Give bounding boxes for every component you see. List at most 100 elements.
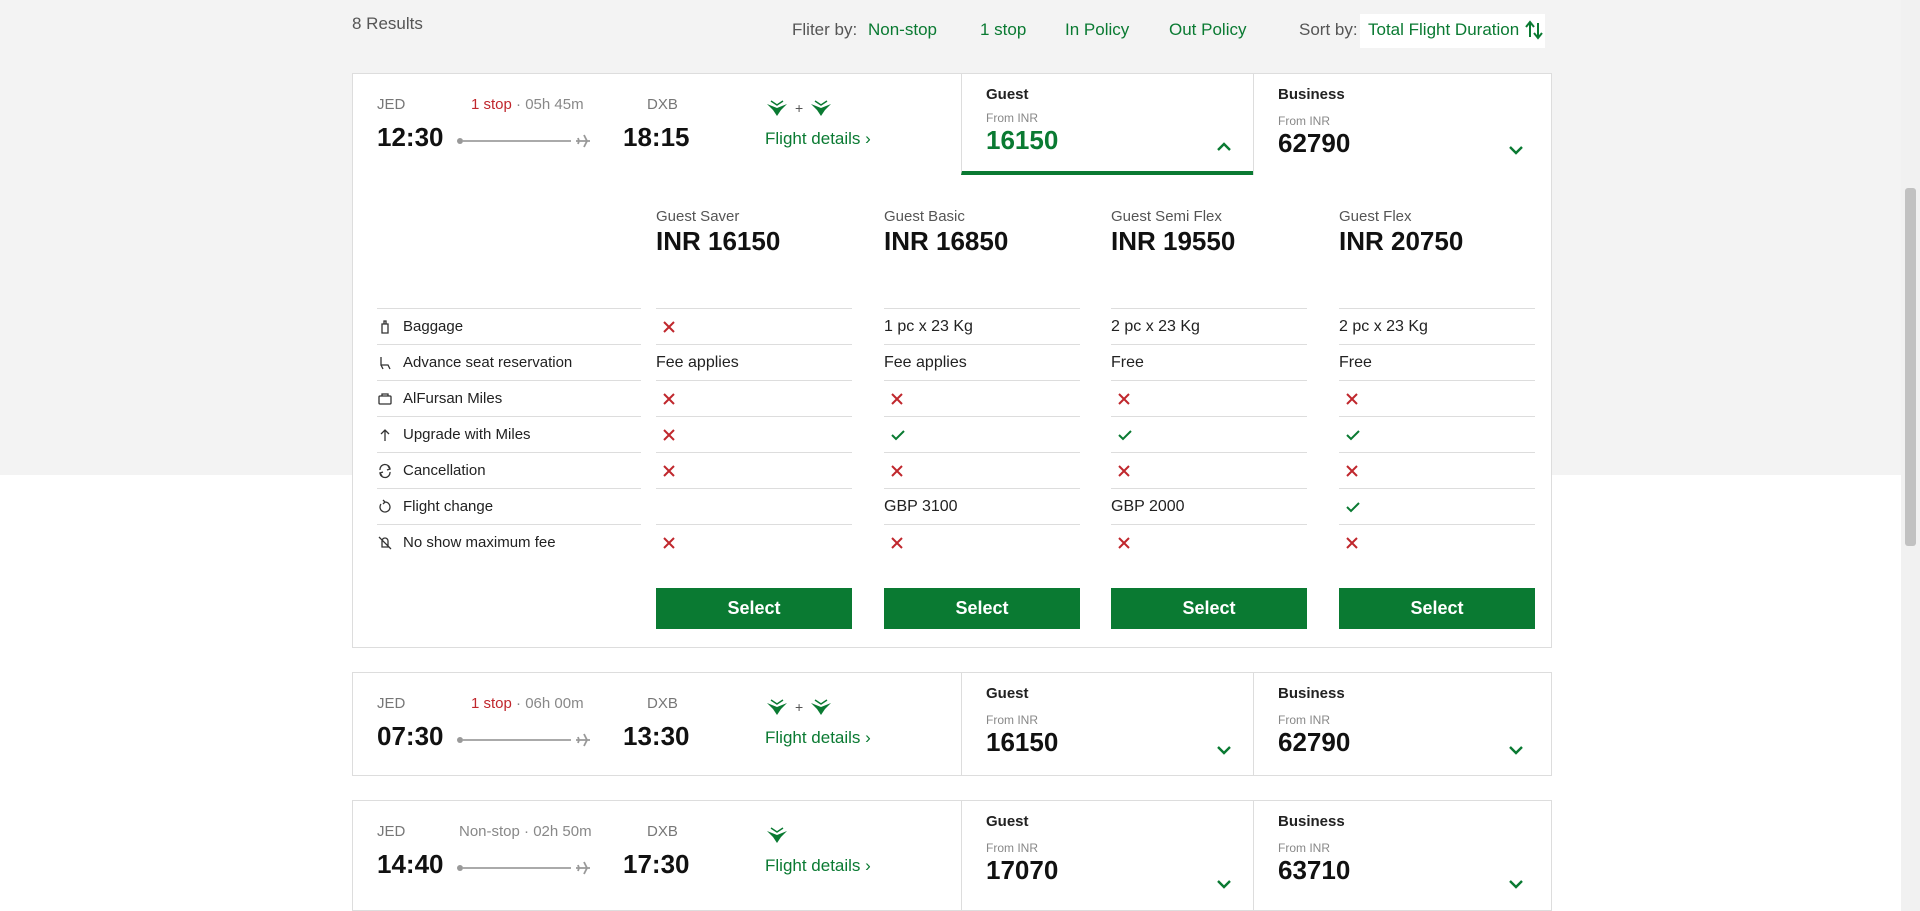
departure-time: 14:40 [377, 849, 444, 879]
seat-icon [377, 355, 403, 371]
chevron-right-icon: › [865, 129, 871, 148]
flight-details-link[interactable]: Flight details › [765, 856, 871, 876]
feature-cell [656, 524, 852, 560]
not-included-icon [891, 392, 903, 405]
chevron-up-icon[interactable] [1215, 139, 1233, 153]
business-fare-tab[interactable]: Business From INR 62790 [1253, 673, 1545, 775]
feature-cell [1111, 524, 1307, 560]
feature-cell: 2 pc x 23 Kg [1111, 308, 1307, 344]
feature-value: 1 pc x 23 Kg [884, 317, 973, 335]
chevron-down-icon[interactable] [1507, 143, 1525, 157]
feature-cell [1339, 380, 1535, 416]
route-line [463, 867, 571, 869]
feature-cell: 2 pc x 23 Kg [1339, 308, 1535, 344]
feature-row-label: Advance seat reservation [377, 344, 641, 380]
page-scrollbar[interactable] [1901, 0, 1920, 911]
chevron-down-icon[interactable] [1215, 743, 1233, 757]
plus-icon: + [795, 699, 804, 715]
stops-count: Non-stop [459, 823, 520, 840]
flight-details-link[interactable]: Flight details › [765, 728, 871, 748]
fare-price: INR 20750 [1339, 226, 1464, 256]
filter-in-policy[interactable]: In Policy [1065, 20, 1129, 40]
sort-select[interactable]: Total Flight Duration [1360, 14, 1546, 48]
sort-toggle-icon[interactable] [1523, 17, 1545, 43]
flight-details-label: Flight details [765, 728, 861, 747]
business-fare-tab[interactable]: Business From INR 63710 [1253, 801, 1545, 911]
tab-title: Business [1278, 685, 1345, 702]
fare-comparison-grid: Guest Saver INR 16150 Guest Basic INR 16… [353, 176, 1551, 652]
feature-label: Flight change [403, 498, 494, 515]
tab-title: Guest [986, 813, 1029, 830]
chevron-down-icon[interactable] [1507, 743, 1525, 757]
flight-card-header: JED 07:30 1 stop · 06h 00m DXB 13:30 + F… [353, 673, 1551, 775]
feature-value: Fee applies [884, 353, 967, 371]
feature-label: AlFursan Miles [403, 390, 503, 407]
destination-code: DXB [647, 695, 678, 712]
not-included-icon [663, 428, 675, 441]
feature-row-label: Upgrade with Miles [377, 416, 641, 452]
plus-icon: + [795, 100, 804, 116]
route-line [463, 140, 571, 142]
feature-cell: Free [1111, 344, 1307, 380]
tab-from-label: From INR [1278, 114, 1330, 128]
select-guest-flex-button[interactable]: Select [1339, 588, 1535, 629]
filter-1-stop[interactable]: 1 stop [980, 20, 1026, 40]
duration: · 06h 00m [511, 695, 584, 712]
feature-cell [1339, 452, 1535, 488]
feature-label: Upgrade with Miles [403, 426, 531, 443]
business-fare-tab[interactable]: Business From INR 62790 [1253, 74, 1545, 175]
chevron-right-icon: › [865, 728, 871, 747]
flight-route: JED 07:30 1 stop · 06h 00m DXB 13:30 + F… [377, 693, 937, 763]
not-included-icon [891, 464, 903, 477]
feature-value: Free [1111, 353, 1144, 371]
flight-card: JED 12:30 1 stop · 05h 45m DXB 18:15 + F… [352, 73, 1552, 648]
airline-logo-icon [811, 699, 832, 715]
feature-cell: Free [1339, 344, 1535, 380]
cancellation-icon [377, 463, 403, 479]
tab-price: 17070 [986, 855, 1059, 885]
destination-code: DXB [647, 96, 678, 113]
fare-name: Guest Saver [656, 208, 740, 225]
fare-price: INR 19550 [1111, 226, 1236, 256]
flight-details-link[interactable]: Flight details › [765, 129, 871, 149]
flight-card: JED 07:30 1 stop · 06h 00m DXB 13:30 + F… [352, 672, 1552, 776]
feature-value: GBP 3100 [884, 497, 958, 515]
feature-cell [1111, 380, 1307, 416]
flight-details-label: Flight details [765, 856, 861, 875]
filter-out-policy[interactable]: Out Policy [1169, 20, 1246, 40]
feature-cell: Fee applies [656, 344, 852, 380]
feature-row-label: Baggage [377, 308, 641, 344]
departure-time: 12:30 [377, 122, 444, 152]
guest-fare-tab[interactable]: Guest From INR 17070 [961, 801, 1253, 911]
feature-value: 2 pc x 23 Kg [1339, 317, 1428, 335]
airline-logo-icon [767, 827, 787, 843]
origin-code: JED [377, 823, 406, 840]
route-line [463, 739, 571, 741]
airline-logos: + [765, 98, 833, 118]
results-container: 8 Results Fliter by: Non-stop 1 stop In … [352, 0, 1552, 911]
feature-cell [1339, 488, 1535, 524]
guest-fare-tab[interactable]: Guest From INR 16150 [961, 673, 1253, 775]
feature-value: 2 pc x 23 Kg [1111, 317, 1200, 335]
origin-code: JED [377, 695, 406, 712]
not-included-icon [1346, 536, 1358, 549]
miles-icon [377, 391, 403, 407]
stops-count: 1 stop [471, 96, 512, 113]
select-guest-basic-button[interactable]: Select [884, 588, 1080, 629]
plane-icon [576, 861, 590, 875]
tab-price: 62790 [1278, 727, 1351, 757]
chevron-down-icon[interactable] [1507, 877, 1525, 891]
tab-price: 62790 [1278, 128, 1351, 158]
stop-info: 1 stop · 05h 45m [471, 96, 584, 113]
guest-fare-tab[interactable]: Guest From INR 16150 [961, 74, 1253, 175]
fare-name: Guest Flex [1339, 208, 1412, 225]
not-included-icon [1118, 464, 1130, 477]
airline-logo-icon [811, 100, 832, 116]
filter-non-stop[interactable]: Non-stop [868, 20, 937, 40]
select-guest-saver-button[interactable]: Select [656, 588, 852, 629]
scrollbar-thumb[interactable] [1905, 188, 1916, 546]
select-guest-semi-flex-button[interactable]: Select [1111, 588, 1307, 629]
duration: · 05h 45m [511, 96, 584, 113]
chevron-down-icon[interactable] [1215, 877, 1233, 891]
stops-count: 1 stop [471, 695, 512, 712]
